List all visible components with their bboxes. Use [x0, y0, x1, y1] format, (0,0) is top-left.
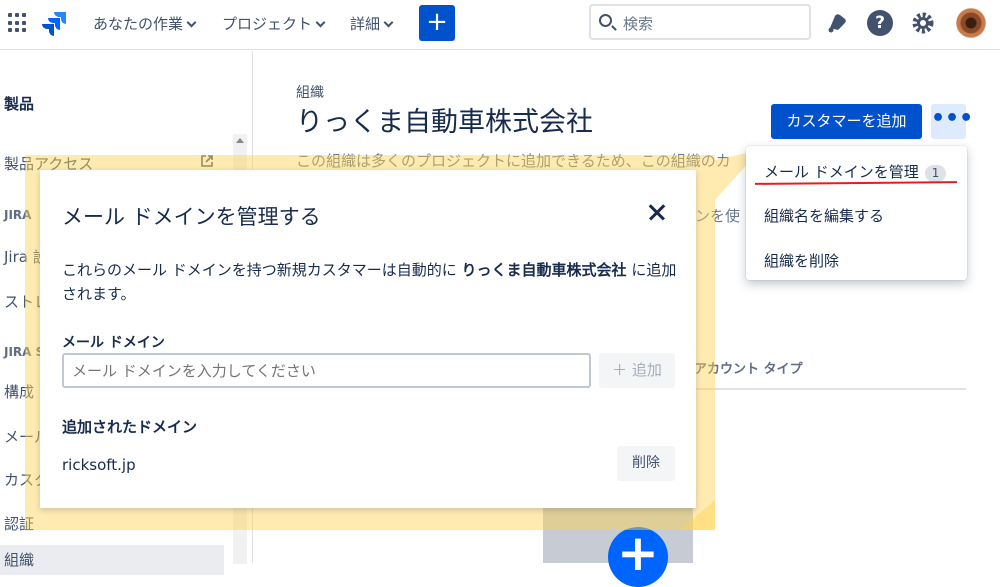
page-title: りっくま自動車株式会社: [296, 107, 593, 138]
app-switcher-icon[interactable]: [8, 13, 28, 33]
count-badge: 1: [924, 165, 947, 182]
close-icon[interactable]: [645, 200, 669, 224]
added-domains-label: 追加されたドメイン: [62, 418, 198, 436]
create-button[interactable]: +: [419, 5, 455, 41]
gear-icon[interactable]: [910, 10, 936, 36]
organization-name: りっくま自動車株式会社: [461, 261, 627, 279]
search-input[interactable]: 検索: [589, 4, 811, 40]
domain-list-item: ricksoft.jp: [62, 456, 136, 474]
page-subtitle: 組織: [296, 85, 324, 101]
search-placeholder: 検索: [623, 15, 654, 33]
menu-item-label: メール ドメインを管理: [764, 163, 919, 181]
description-text: これらのメール ドメインを持つ新規カスタマーは自動的に: [62, 261, 462, 279]
notification-bell-icon[interactable]: [824, 10, 850, 36]
email-domain-input[interactable]: [62, 353, 591, 388]
sidebar-item-organizations[interactable]: 組織: [0, 545, 224, 575]
menu-item-delete-organization[interactable]: 組織を削除: [764, 250, 839, 271]
avatar[interactable]: [956, 8, 986, 38]
table-header-divider: [694, 388, 966, 390]
top-navigation-bar: あなたの作業 プロジェクト 詳細 + 検索 ?: [0, 0, 1000, 50]
add-illustration-icon: +: [608, 527, 668, 587]
sidebar-section-title: 製品: [4, 95, 35, 113]
more-actions-button[interactable]: •••: [931, 104, 973, 139]
nav-projects[interactable]: プロジェクト: [222, 13, 326, 34]
dialog-description: これらのメール ドメインを持つ新規カスタマーは自動的に りっくま自動車株式会社 …: [62, 258, 682, 306]
chevron-down-icon: [315, 17, 326, 28]
chevron-down-icon: [186, 17, 197, 28]
manage-email-domains-dialog: メール ドメインを管理する これらのメール ドメインを持つ新規カスタマーは自動的…: [40, 170, 696, 508]
scroll-up-icon[interactable]: [236, 138, 244, 143]
add-domain-button[interactable]: ＋ 追加: [599, 353, 675, 388]
email-domain-label: メール ドメイン: [62, 335, 165, 351]
chevron-down-icon: [383, 17, 394, 28]
jira-logo-icon[interactable]: [42, 10, 68, 38]
menu-item-edit-organization-name[interactable]: 組織名を編集する: [764, 205, 884, 226]
sidebar-item-label: 組織: [4, 551, 35, 569]
search-icon: [599, 14, 612, 27]
help-icon[interactable]: ?: [867, 10, 893, 36]
nav-more[interactable]: 詳細: [350, 13, 394, 34]
more-actions-dropdown: メール ドメインを管理 1 組織名を編集する 組織を削除: [746, 146, 967, 280]
nav-your-work[interactable]: あなたの作業: [93, 13, 197, 34]
delete-domain-button[interactable]: 削除: [617, 446, 675, 481]
menu-item-manage-email-domains[interactable]: メール ドメインを管理 1: [764, 161, 947, 182]
add-customer-button[interactable]: カスタマーを追加: [771, 104, 922, 139]
dialog-title: メール ドメインを管理する: [62, 205, 321, 229]
